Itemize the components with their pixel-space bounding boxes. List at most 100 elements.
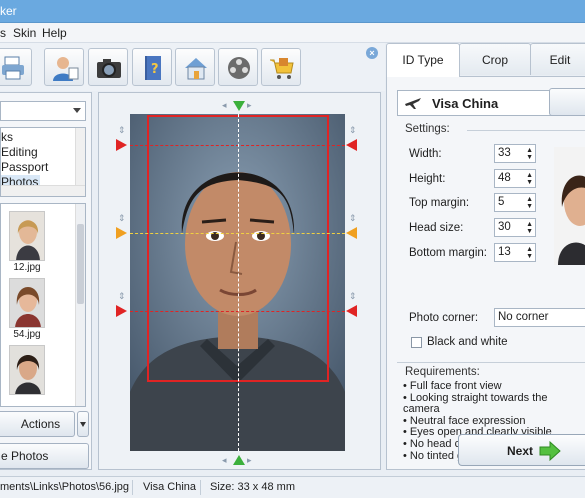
settings-panel: ID Type Crop Edit Visa China Settings: W… — [386, 43, 585, 470]
arrow-right-icon — [539, 441, 561, 461]
height-spinner[interactable]: 48 ▲ ▼ — [494, 169, 536, 188]
status-separator — [132, 480, 133, 495]
center-vertical-guide — [238, 114, 239, 451]
cart-button[interactable] — [261, 48, 301, 86]
status-file-path: ments\Links\Photos\56.jpg — [0, 481, 130, 493]
tree-item[interactable]: Editing — [1, 145, 38, 159]
height-value: 48 — [498, 172, 511, 184]
folder-dropdown[interactable] — [0, 101, 86, 121]
left-panel: ks Editing Passport Photos 12.jpg 54.jpg… — [0, 92, 92, 470]
bottom-margin-value: 13 — [498, 246, 511, 258]
status-size: Size: 33 x 48 mm — [210, 481, 295, 493]
tree-horizontal-scrollbar[interactable] — [1, 185, 85, 196]
black-white-checkbox[interactable] — [411, 337, 422, 348]
user-icon — [53, 57, 79, 81]
left-chin-handle[interactable] — [116, 305, 127, 317]
move-arrows-icon: ⇕ — [349, 213, 357, 223]
id-type-options-button[interactable] — [549, 88, 585, 116]
folder-tree[interactable]: ks Editing Passport Photos — [0, 127, 86, 197]
next-button[interactable]: Next — [458, 434, 585, 466]
menu-item-help[interactable]: Help — [42, 26, 67, 40]
id-type-tab-content: Visa China Settings: Width: 33 ▲ ▼ Height:… — [386, 76, 585, 470]
print-button[interactable] — [0, 48, 32, 86]
status-bar: ments\Links\Photos\56.jpg Visa China Siz… — [0, 476, 585, 498]
home-button[interactable] — [175, 48, 215, 86]
move-arrows-icon: ⇕ — [118, 291, 126, 301]
move-arrows-icon: ⇕ — [118, 213, 126, 223]
tree-vertical-scrollbar[interactable] — [75, 128, 85, 186]
spinner-arrows-icon[interactable]: ▲ ▼ — [526, 172, 533, 186]
left-eye-handle[interactable] — [116, 227, 127, 239]
bottom-center-handle[interactable] — [233, 455, 245, 465]
book-icon: ? — [145, 56, 161, 80]
actions-dropdown-button[interactable] — [77, 411, 89, 437]
save-photos-button[interactable]: e Photos — [0, 443, 89, 469]
actions-button[interactable]: Actions — [0, 411, 75, 437]
height-label: Height: — [409, 173, 446, 185]
top-margin-label: Top margin: — [409, 197, 470, 209]
thumbnail-caption: 54.jpg — [13, 329, 41, 340]
home-icon — [185, 58, 207, 80]
move-arrows-icon: ⇕ — [349, 291, 357, 301]
save-photos-label: e Photos — [1, 449, 49, 463]
tab-crop[interactable]: Crop — [459, 43, 531, 75]
thumbnail-item[interactable] — [9, 345, 49, 396]
tab-id-type[interactable]: ID Type — [386, 43, 460, 77]
close-panel-icon[interactable]: × — [366, 47, 378, 59]
airplane-icon — [405, 98, 421, 109]
svg-text:?: ? — [151, 62, 159, 77]
tab-edit[interactable]: Edit — [530, 43, 585, 75]
id-type-dropdown[interactable]: Visa China — [397, 90, 569, 116]
left-top-handle[interactable] — [116, 139, 127, 151]
spinner-arrows-icon[interactable]: ▲ ▼ — [526, 196, 533, 210]
thumbnail-scrollbar[interactable] — [75, 204, 85, 406]
tree-item[interactable]: ks — [1, 130, 13, 144]
head-size-spinner[interactable]: 30 ▲ ▼ — [494, 218, 536, 237]
requirement-item: Full face front view — [403, 380, 585, 393]
scrollbar-thumb[interactable] — [77, 224, 84, 304]
move-arrows-icon: ⇕ — [349, 125, 357, 135]
film-button[interactable] — [218, 48, 258, 86]
printer-icon — [2, 56, 24, 80]
thumbnail-image — [9, 211, 45, 261]
camera-button[interactable] — [88, 48, 128, 86]
next-label: Next — [507, 444, 534, 458]
tree-item[interactable]: Passport — [1, 160, 48, 174]
thumbnail-item[interactable]: 12.jpg — [9, 211, 49, 273]
top-center-handle[interactable] — [233, 101, 245, 111]
spinner-arrows-icon[interactable]: ▲ ▼ — [526, 147, 533, 161]
spinner-arrows-icon[interactable]: ▲ ▼ — [526, 221, 533, 235]
width-value: 33 — [498, 147, 511, 159]
right-top-handle[interactable] — [346, 139, 357, 151]
thumbnail-item[interactable]: 54.jpg — [9, 278, 49, 340]
head-size-value: 30 — [498, 221, 511, 233]
right-chin-handle[interactable] — [346, 305, 357, 317]
help-book-button[interactable]: ? — [132, 48, 172, 86]
film-icon — [228, 57, 250, 79]
camera-icon — [97, 59, 121, 78]
photo-corner-label: Photo corner: — [409, 312, 479, 324]
black-white-label: Black and white — [427, 336, 508, 348]
width-spinner[interactable]: 33 ▲ ▼ — [494, 144, 536, 163]
top-margin-spinner[interactable]: 5 ▲ ▼ — [494, 193, 536, 212]
move-arrows-icon: ⇕ — [118, 125, 126, 135]
window-title: ker — [0, 4, 17, 18]
title-bar: ker — [0, 0, 585, 23]
menu-item-file[interactable]: s — [0, 26, 6, 40]
id-type-selected: Visa China — [432, 96, 499, 111]
requirements-heading: Requirements: — [405, 366, 480, 378]
chevron-down-icon — [80, 422, 86, 427]
chevron-down-icon — [73, 108, 81, 113]
actions-label: Actions — [20, 417, 61, 431]
requirements-divider — [397, 362, 585, 363]
photo-corner-dropdown[interactable]: No corner — [494, 308, 585, 327]
settings-divider — [467, 130, 585, 131]
user-button[interactable] — [44, 48, 84, 86]
right-eye-handle[interactable] — [346, 227, 357, 239]
status-separator — [200, 480, 201, 495]
photo-corner-value: No corner — [498, 311, 549, 323]
bottom-margin-spinner[interactable]: 13 ▲ ▼ — [494, 243, 536, 262]
menu-item-skin[interactable]: Skin — [13, 26, 36, 40]
spinner-arrows-icon[interactable]: ▲ ▼ — [526, 246, 533, 260]
move-arrows-icon: ◂ — [222, 455, 227, 465]
